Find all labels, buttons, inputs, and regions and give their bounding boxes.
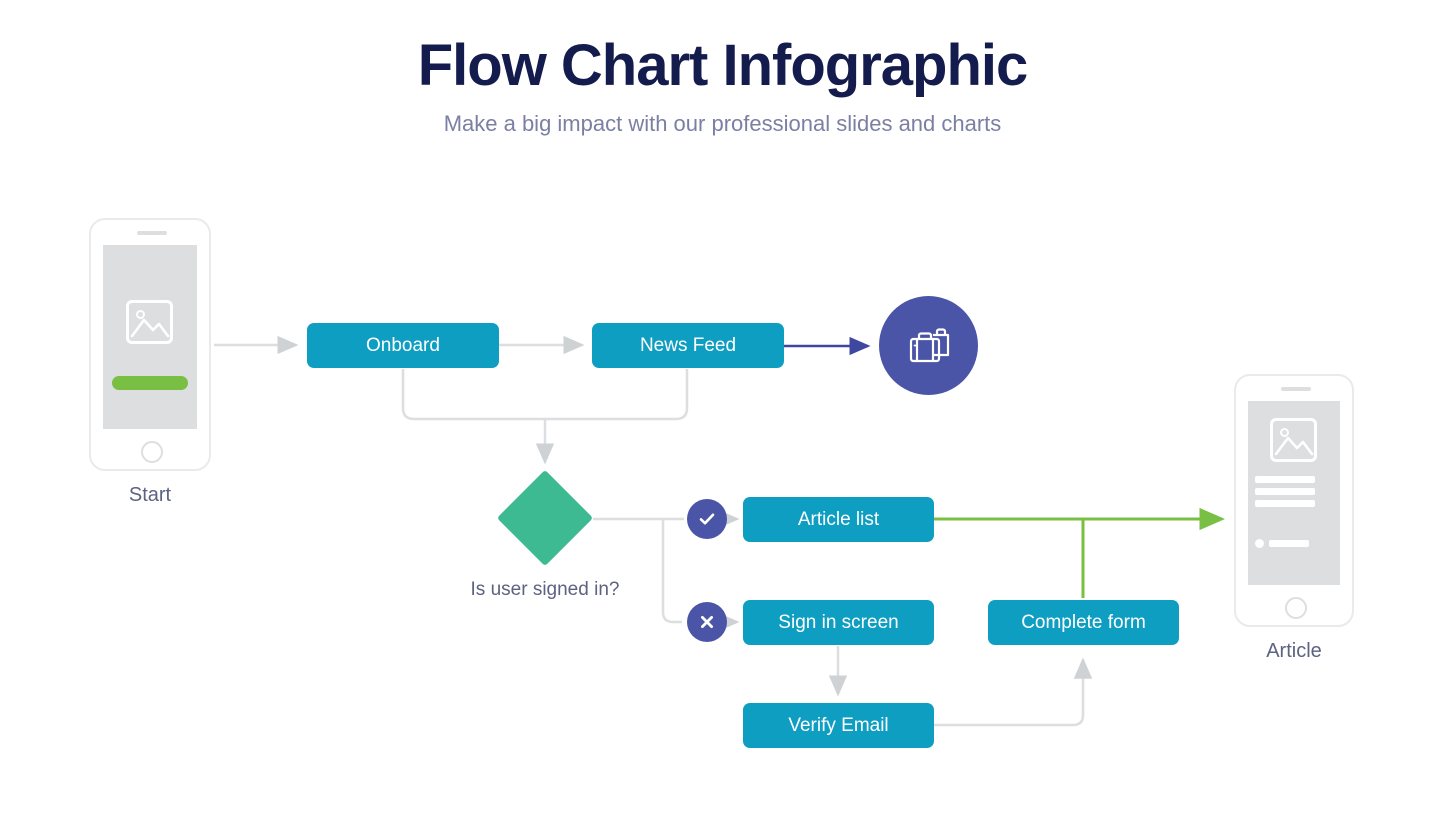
page-subtitle: Make a big impact with our professional … — [443, 110, 1002, 136]
phone-home-button-start — [141, 441, 163, 463]
node-complete-form-label: Complete form — [1021, 611, 1146, 633]
briefcase-node[interactable] — [879, 296, 978, 395]
node-sign-in-screen[interactable]: Sign in screen — [743, 600, 934, 645]
decision-yes-badge[interactable] — [687, 499, 727, 539]
node-onboard[interactable]: Onboard — [307, 323, 499, 368]
image-placeholder-icon-article — [1270, 418, 1317, 462]
node-article-list[interactable]: Article list — [743, 497, 934, 542]
phone-speaker-start — [137, 231, 167, 235]
infographic-canvas: Flow Chart Infographic Make a big impact… — [0, 0, 1445, 814]
phone-screen-start — [103, 245, 197, 429]
image-placeholder-icon — [126, 300, 173, 344]
image-placeholder-mountain-article — [1274, 436, 1314, 456]
node-verify-email[interactable]: Verify Email — [743, 703, 934, 748]
page-title: Flow Chart Infographic — [417, 33, 1029, 98]
node-news-feed-label: News Feed — [639, 334, 737, 356]
node-sign-in-screen-label: Sign in screen — [778, 611, 899, 633]
article-meta-line — [1269, 540, 1309, 547]
phone-mockup-start — [89, 218, 211, 471]
phone-speaker-article — [1281, 387, 1311, 391]
node-article-list-label: Article list — [797, 508, 880, 530]
phone-home-button-article — [1285, 597, 1307, 619]
decision-diamond[interactable] — [496, 469, 594, 567]
phone-cta-button-start[interactable] — [112, 376, 188, 390]
article-text-line — [1255, 476, 1315, 483]
node-complete-form[interactable]: Complete form — [988, 600, 1179, 645]
phone-screen-article — [1248, 401, 1340, 585]
node-news-feed[interactable]: News Feed — [592, 323, 784, 368]
node-verify-email-label: Verify Email — [788, 714, 889, 736]
article-text-line — [1255, 488, 1315, 495]
decision-label: Is user signed in? — [470, 579, 620, 600]
phone-caption-article: Article — [1266, 640, 1322, 662]
edge-decision-branch-down — [661, 519, 682, 624]
edge-verifyemail-to-completeform — [934, 657, 1093, 727]
close-icon — [701, 616, 713, 628]
article-text-line — [1255, 500, 1315, 507]
decision-no-badge[interactable] — [687, 602, 727, 642]
check-icon — [699, 513, 715, 525]
phone-caption-start: Start — [128, 484, 172, 506]
avatar — [1255, 539, 1264, 548]
briefcase-icon — [909, 327, 949, 362]
header: Flow Chart Infographic Make a big impact… — [0, 33, 1445, 137]
edge-newsfeed-to-decision — [545, 369, 689, 421]
image-placeholder-mountain — [130, 318, 170, 338]
node-onboard-label: Onboard — [366, 334, 440, 356]
edge-onboard-to-decision — [401, 369, 545, 421]
phone-mockup-article — [1234, 374, 1354, 627]
